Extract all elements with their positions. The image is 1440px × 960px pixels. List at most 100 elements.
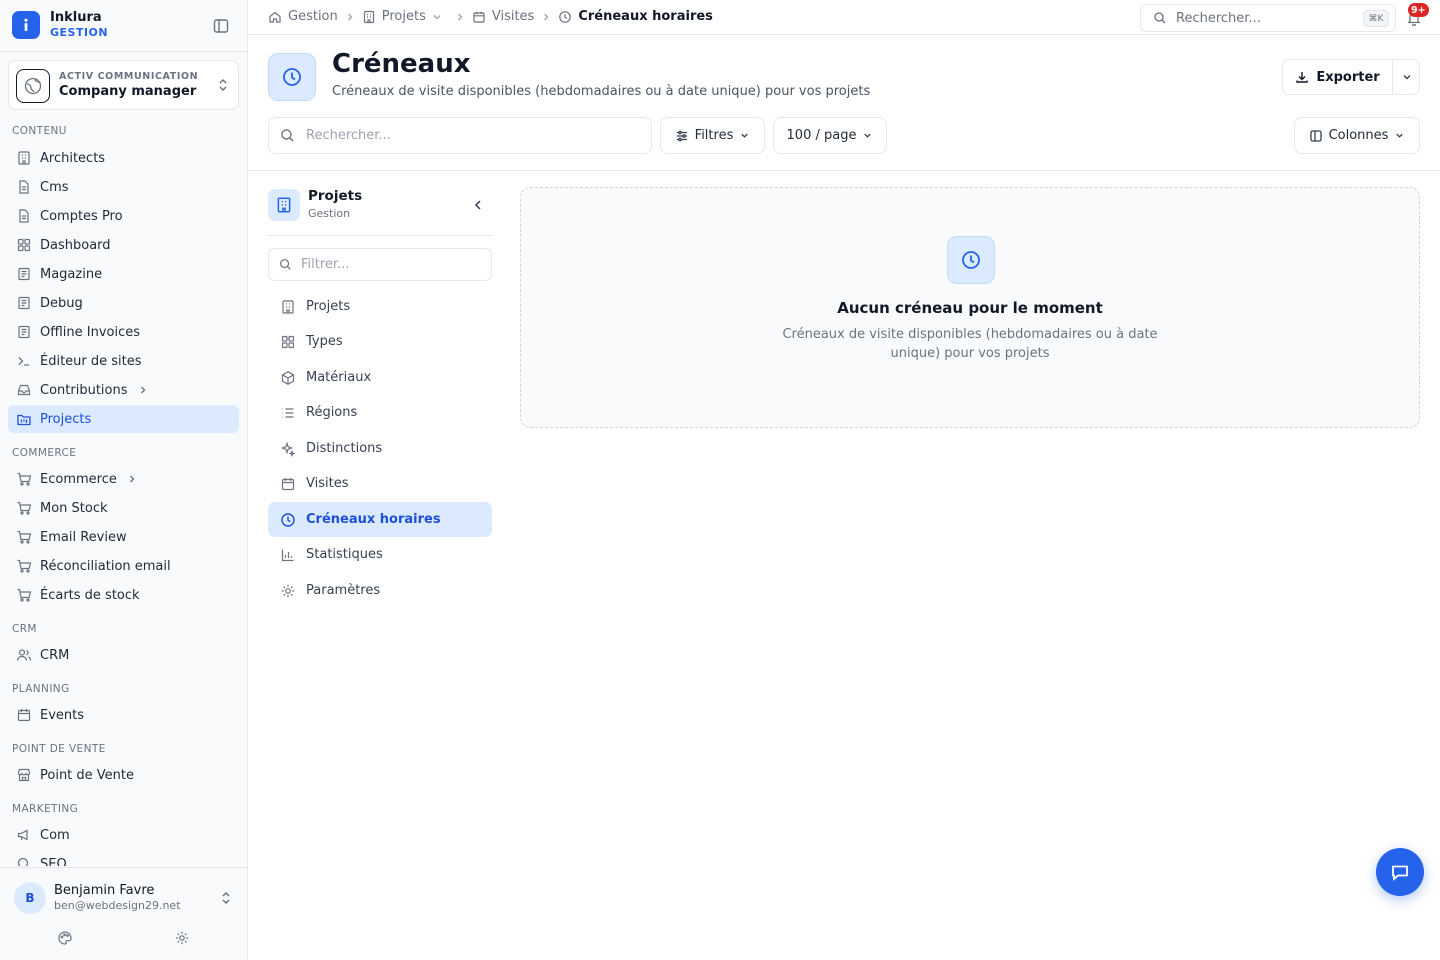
- panel-item-creneaux-horaires[interactable]: Créneaux horaires: [268, 502, 492, 537]
- calendar-icon: [17, 709, 31, 722]
- search-input[interactable]: Rechercher...: [268, 117, 652, 154]
- chevrons-up-down-icon: [219, 890, 233, 906]
- empty-state-description: Créneaux de visite disponibles (hebdomad…: [782, 327, 1158, 361]
- global-search-input[interactable]: Rechercher... ⌘K: [1140, 4, 1396, 32]
- panel-item-label: Paramètres: [306, 583, 381, 598]
- sidebar-item-mon-stock[interactable]: Mon Stock: [8, 494, 239, 522]
- sidebar-item-editeur-de-sites[interactable]: Éditeur de sites: [8, 347, 239, 375]
- sidebar-item-label: Debug: [40, 295, 83, 311]
- topbar: Gestion Projets Visites Créneaux horaire…: [248, 0, 1440, 35]
- chevron-left-icon[interactable]: [470, 197, 486, 213]
- export-options-button[interactable]: [1392, 60, 1420, 94]
- sidebar: Inklura GESTION ACTIV COMMUNICATION Comp…: [0, 0, 248, 960]
- sidebar-item-architects[interactable]: Architects: [8, 144, 239, 172]
- building-icon: [18, 151, 30, 165]
- panel-item-projets[interactable]: Projets: [268, 289, 492, 324]
- breadcrumb-label: Gestion: [288, 9, 338, 24]
- sidebar-item-dashboard[interactable]: Dashboard: [8, 231, 239, 259]
- search-icon: [280, 259, 291, 270]
- brand-subtitle: GESTION: [50, 26, 109, 39]
- brand: Inklura GESTION: [0, 0, 247, 52]
- newspaper-icon: [18, 296, 30, 310]
- building-icon: [363, 10, 374, 23]
- sidebar-item-debug[interactable]: Debug: [8, 289, 239, 317]
- export-button-group: Exporter: [1282, 59, 1420, 95]
- gear-icon[interactable]: [174, 930, 190, 946]
- sparkles-icon: [280, 441, 296, 457]
- panel-item-materiaux[interactable]: Matériaux: [268, 360, 492, 395]
- sidebar-nav: CONTENU Architects Cms Comptes Pro Dashb…: [0, 118, 247, 866]
- panel-item-regions[interactable]: Régions: [268, 395, 492, 430]
- sidebar-toggle-icon[interactable]: [212, 17, 230, 35]
- cart-icon: [17, 472, 32, 486]
- chevron-right-icon: [542, 12, 550, 22]
- panel-title: Projets: [308, 188, 363, 204]
- sidebar-item-ecarts-de-stock[interactable]: Écarts de stock: [8, 581, 239, 609]
- sidebar-item-seo[interactable]: SEO: [8, 850, 239, 866]
- palette-icon[interactable]: [57, 930, 73, 946]
- store-icon: [17, 768, 31, 782]
- chevron-right-icon: [346, 12, 354, 22]
- sidebar-item-com[interactable]: Com: [8, 821, 239, 849]
- section-commerce: COMMERCE: [12, 447, 77, 459]
- cart-icon: [17, 501, 32, 515]
- breadcrumb-visites[interactable]: Visites: [472, 9, 534, 24]
- panel-item-parametres[interactable]: Paramètres: [268, 573, 492, 608]
- columns-icon: [1309, 129, 1322, 142]
- chevron-down-icon: [433, 14, 441, 19]
- sidebar-item-label: SEO: [40, 856, 67, 867]
- chevron-right-icon: [140, 386, 145, 394]
- sidebar-item-contributions[interactable]: Contributions: [8, 376, 239, 404]
- clock-icon: [268, 53, 316, 101]
- company-switcher[interactable]: ACTIV COMMUNICATION Company manager: [8, 60, 239, 110]
- panel-item-label: Régions: [306, 405, 358, 420]
- breadcrumb-projets[interactable]: Projets: [362, 9, 448, 24]
- sidebar-item-label: Écarts de stock: [40, 587, 140, 603]
- sidebar-item-events[interactable]: Events: [8, 701, 239, 729]
- sidebar-item-label: Cms: [40, 179, 69, 195]
- user-menu[interactable]: B Benjamin Favre ben@webdesign29.net: [0, 867, 247, 927]
- sidebar-item-crm[interactable]: CRM: [8, 641, 239, 669]
- chat-button[interactable]: [1376, 848, 1424, 896]
- box-icon: [281, 370, 295, 385]
- breadcrumb-gestion[interactable]: Gestion: [268, 9, 338, 24]
- sidebar-item-reconciliation-email[interactable]: Réconciliation email: [8, 552, 239, 580]
- info-logo-icon[interactable]: [12, 11, 40, 39]
- sidebar-item-ecommerce[interactable]: Ecommerce: [8, 465, 239, 493]
- breadcrumb-label: Projets: [381, 9, 426, 24]
- search-icon: [281, 129, 294, 142]
- sidebar-item-label: Dashboard: [40, 237, 111, 253]
- chevron-right-icon: [456, 12, 464, 22]
- panel-item-label: Distinctions: [306, 441, 383, 456]
- panel-item-visites[interactable]: Visites: [268, 466, 492, 501]
- sidebar-item-email-review[interactable]: Email Review: [8, 523, 239, 551]
- filters-button[interactable]: Filtres: [660, 117, 765, 154]
- sidebar-item-offline-invoices[interactable]: Offline Invoices: [8, 318, 239, 346]
- page-title: Créneaux: [332, 49, 471, 79]
- empty-state: Aucun créneau pour le moment Créneaux de…: [520, 187, 1420, 428]
- page-size-select[interactable]: 100 / page: [773, 117, 887, 154]
- clock-icon: [947, 236, 995, 284]
- keyboard-shortcut: ⌘K: [1363, 10, 1389, 27]
- message-icon: [1392, 865, 1408, 881]
- terminal-icon: [18, 357, 29, 366]
- calendar-icon: [281, 477, 295, 490]
- panel-item-types[interactable]: Types: [268, 324, 492, 359]
- empty-state-title: Aucun créneau pour le moment: [837, 299, 1103, 317]
- filters-label: Filtres: [694, 128, 734, 143]
- file-icon: [19, 180, 29, 194]
- panel-filter-input[interactable]: Filtrer...: [268, 248, 492, 281]
- sidebar-item-cms[interactable]: Cms: [8, 173, 239, 201]
- panel-item-statistiques[interactable]: Statistiques: [268, 537, 492, 572]
- panel-item-distinctions[interactable]: Distinctions: [268, 431, 492, 466]
- sidebar-item-comptes-pro[interactable]: Comptes Pro: [8, 202, 239, 230]
- breadcrumb-label: Visites: [491, 9, 535, 24]
- divider: [268, 235, 492, 236]
- sidebar-item-label: CRM: [40, 647, 70, 663]
- sidebar-item-point-de-vente[interactable]: Point de Vente: [8, 761, 239, 789]
- sidebar-item-magazine[interactable]: Magazine: [8, 260, 239, 288]
- export-button[interactable]: Exporter: [1283, 60, 1392, 94]
- sidebar-item-label: Contributions: [40, 382, 128, 398]
- columns-button[interactable]: Colonnes: [1294, 117, 1420, 154]
- sidebar-item-projects[interactable]: Projects: [8, 405, 239, 433]
